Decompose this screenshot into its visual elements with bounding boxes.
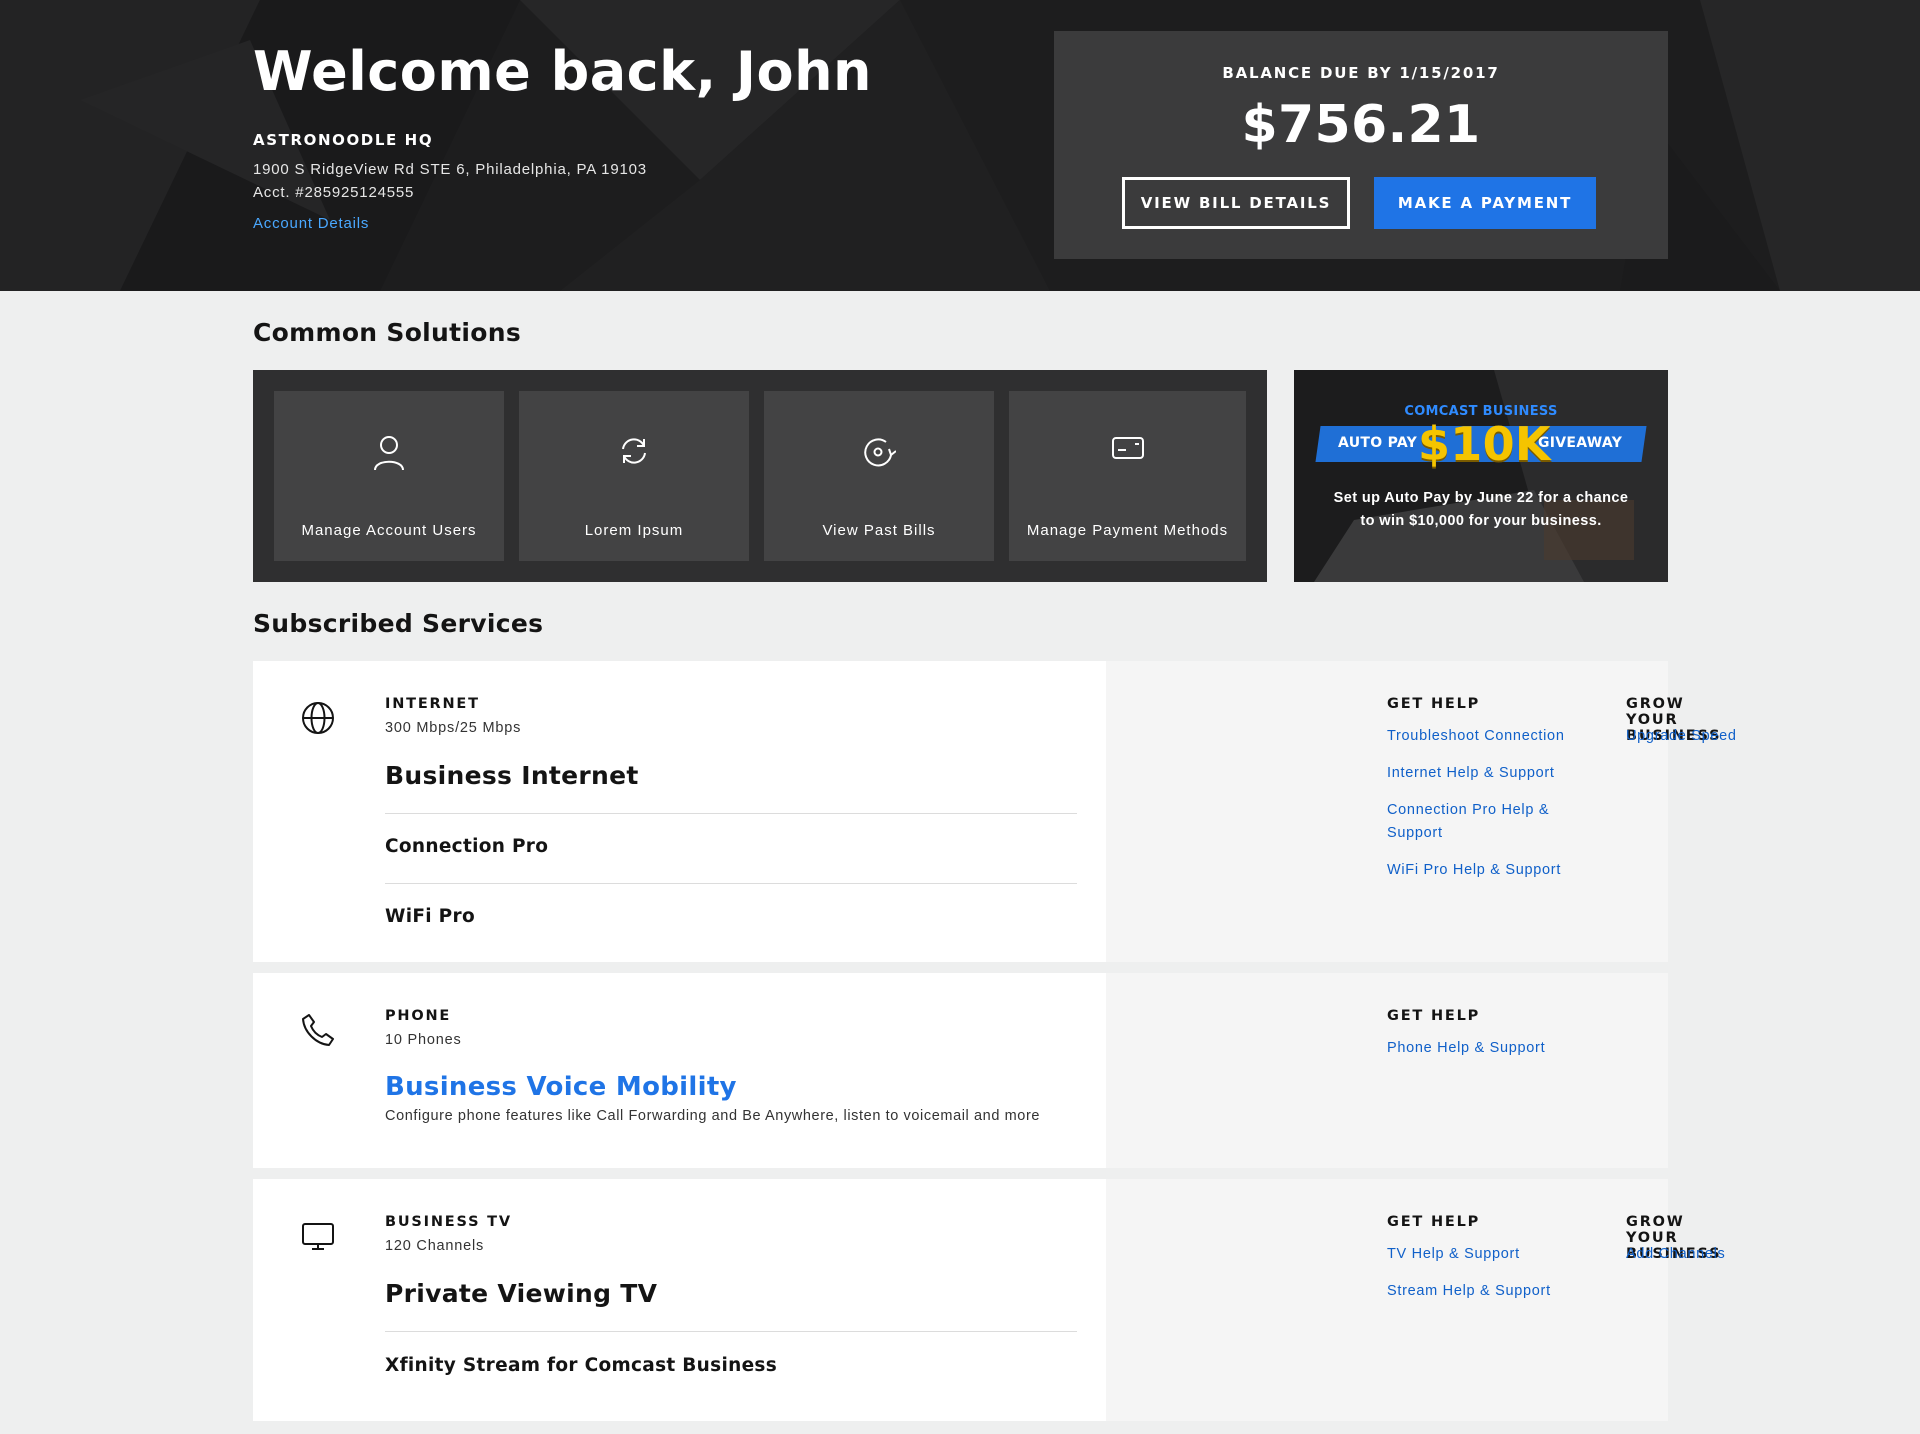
account-hero: Welcome back, John ASTRONOODLE HQ 1900 S… [0, 0, 1920, 291]
monitor-icon [301, 1219, 335, 1258]
service-name: Private Viewing TV [385, 1279, 658, 1308]
service-card-main: INTERNET 300 Mbps/25 Mbps Business Inter… [253, 661, 1106, 962]
tile-label: Lorem Ipsum [584, 522, 684, 539]
service-name: Business Internet [385, 761, 639, 790]
service-category: PHONE [385, 1008, 452, 1024]
tile-manage-account-users[interactable]: Manage Account Users [274, 391, 504, 561]
internet-help-link[interactable]: Internet Help & Support [1387, 762, 1587, 785]
business-voice-mobility-link[interactable]: Business Voice Mobility [385, 1072, 737, 1102]
get-help-heading: GET HELP [1387, 696, 1481, 712]
tile-label: Manage Account Users [301, 522, 477, 539]
account-address-block: 1900 S RidgeView Rd STE 6, Philadelphia,… [253, 158, 647, 204]
service-speed: 300 Mbps/25 Mbps [385, 720, 522, 736]
promo-copy: Set up Auto Pay by June 22 for a chance … [1294, 487, 1668, 533]
get-help-heading: GET HELP [1387, 1214, 1481, 1230]
view-bill-details-button[interactable]: VIEW BILL DETAILS [1122, 177, 1350, 229]
account-number: Acct. #285925124555 [253, 184, 415, 201]
tile-label: View Past Bills [822, 522, 936, 539]
upgrade-speed-link[interactable]: Upgrade Speed [1626, 725, 1826, 748]
service-addon-connection-pro: Connection Pro [385, 836, 549, 857]
service-category: BUSINESS TV [385, 1214, 512, 1230]
service-category: INTERNET [385, 696, 480, 712]
balance-panel: BALANCE DUE BY 1/15/2017 $756.21 VIEW BI… [1054, 31, 1668, 259]
phone-icon [301, 1013, 335, 1052]
promo-line-1: Set up Auto Pay by June 22 for a chance [1333, 490, 1629, 506]
wifi-pro-help-link[interactable]: WiFi Pro Help & Support [1387, 859, 1587, 882]
service-card-main: BUSINESS TV 120 Channels Private Viewing… [253, 1179, 1106, 1421]
account-name: ASTRONOODLE HQ [253, 131, 434, 149]
service-card-links: GET HELP Troubleshoot Connection Interne… [1106, 661, 1736, 962]
service-card-tv: BUSINESS TV 120 Channels Private Viewing… [253, 1179, 1725, 1421]
divider [385, 1331, 1077, 1332]
get-help-heading: GET HELP [1387, 1008, 1481, 1024]
history-icon [764, 435, 994, 471]
promo-line-2: to win $10,000 for your business. [1360, 513, 1602, 529]
account-address: 1900 S RidgeView Rd STE 6, Philadelphia,… [253, 161, 647, 178]
common-solutions-title: Common Solutions [253, 318, 522, 347]
user-icon [274, 435, 504, 471]
phone-help-link[interactable]: Phone Help & Support [1387, 1037, 1587, 1060]
balance-amount: $756.21 [1241, 95, 1481, 155]
welcome-heading: Welcome back, John [253, 40, 872, 103]
add-channels-link[interactable]: Add Channels [1626, 1243, 1826, 1266]
connection-pro-help-link[interactable]: Connection Pro Help & Support [1387, 799, 1577, 845]
service-addon-wifi-pro: WiFi Pro [385, 906, 475, 927]
account-details-link[interactable]: Account Details [253, 215, 369, 232]
service-card-phone: PHONE 10 Phones Business Voice Mobility … [253, 973, 1668, 1168]
tile-manage-payment-methods[interactable]: Manage Payment Methods [1009, 391, 1246, 561]
tile-view-past-bills[interactable]: View Past Bills [764, 391, 994, 561]
balance-due-label: BALANCE DUE BY 1/15/2017 [1222, 64, 1500, 82]
make-payment-button[interactable]: MAKE A PAYMENT [1374, 177, 1596, 229]
tile-label: Manage Payment Methods [1026, 522, 1229, 539]
promo-ribbon-amount: $10K [1418, 417, 1551, 471]
common-solutions-panel: Manage Account Users Lorem Ipsum View Pa… [253, 370, 1267, 582]
promo-ribbon-right: GIVEAWAY [1538, 435, 1623, 451]
tile-lorem-ipsum[interactable]: Lorem Ipsum [519, 391, 749, 561]
service-count: 10 Phones [385, 1032, 462, 1048]
tv-help-link[interactable]: TV Help & Support [1387, 1243, 1587, 1266]
service-card-links: GET HELP Phone Help & Support [1106, 973, 1668, 1168]
promo-background [1294, 370, 1668, 582]
service-card-main: PHONE 10 Phones Business Voice Mobility … [253, 973, 1106, 1168]
service-channels: 120 Channels [385, 1238, 485, 1254]
promo-ribbon-left: AUTO PAY [1338, 435, 1418, 451]
stream-help-link[interactable]: Stream Help & Support [1387, 1280, 1587, 1303]
globe-icon [301, 701, 335, 740]
service-description: Configure phone features like Call Forwa… [385, 1108, 1041, 1124]
auto-pay-giveaway-banner[interactable]: COMCAST BUSINESS AUTO PAY $10K GIVEAWAY … [1294, 370, 1668, 582]
service-card-links: GET HELP TV Help & Support Stream Help &… [1106, 1179, 1725, 1421]
subscribed-services-title: Subscribed Services [253, 609, 544, 638]
credit-card-icon [1009, 435, 1246, 471]
troubleshoot-connection-link[interactable]: Troubleshoot Connection [1387, 725, 1587, 748]
service-addon-xfinity-stream: Xfinity Stream for Comcast Business [385, 1355, 778, 1376]
service-card-internet: INTERNET 300 Mbps/25 Mbps Business Inter… [253, 661, 1736, 962]
divider [385, 813, 1077, 814]
divider [385, 883, 1077, 884]
refresh-icon [519, 435, 749, 471]
